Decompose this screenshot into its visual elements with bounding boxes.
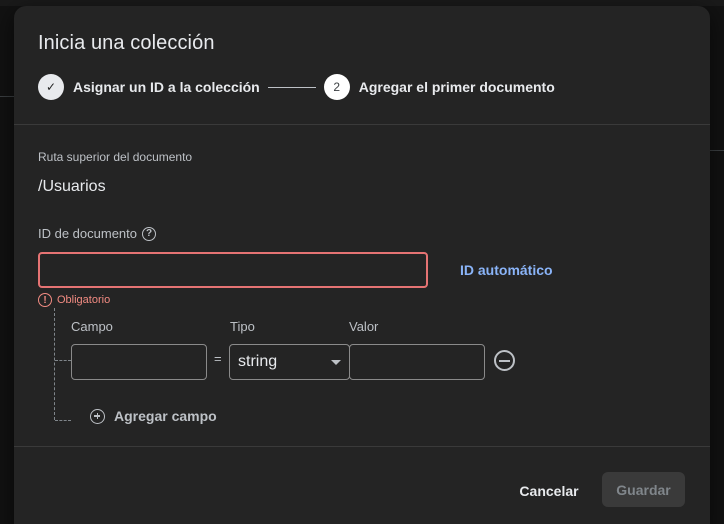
- auto-id-button[interactable]: ID automático: [460, 262, 553, 278]
- help-icon[interactable]: ?: [142, 226, 157, 241]
- document-id-label-row: ID de documento ?: [38, 226, 157, 241]
- field-column-label: Campo: [71, 319, 113, 334]
- value-column-label: Valor: [349, 319, 379, 334]
- field-value-input[interactable]: [349, 344, 485, 380]
- step-1-label: Asignar un ID a la colección: [73, 79, 260, 95]
- step-connector: [267, 86, 316, 88]
- step-2-label: Agregar el primer documento: [358, 79, 555, 95]
- error-icon: !: [38, 293, 52, 307]
- step-1-check-icon: ✓: [38, 74, 64, 100]
- type-select-value: string: [238, 353, 278, 370]
- add-circle-icon: [90, 408, 105, 424]
- chevron-down-icon: [331, 360, 341, 365]
- tree-connector-field: [55, 360, 71, 361]
- cancel-button[interactable]: Cancelar: [508, 474, 590, 508]
- parent-path-value: /Usuarios: [38, 178, 106, 195]
- background-divider: [0, 96, 14, 97]
- dialog-title: Inicia una colección: [38, 32, 215, 54]
- remove-field-icon[interactable]: [494, 350, 515, 371]
- error-text: Obligatorio: [57, 294, 111, 306]
- type-select[interactable]: string: [229, 344, 350, 380]
- type-column-label: Tipo: [230, 319, 255, 334]
- document-id-input[interactable]: [38, 252, 428, 288]
- step-2-number: 2: [323, 74, 350, 100]
- document-id-error: ! Obligatorio: [38, 293, 110, 307]
- footer-divider: [14, 446, 710, 447]
- equals-sign: =: [214, 351, 222, 366]
- tree-connector-add: [55, 420, 71, 421]
- field-name-input[interactable]: [71, 344, 207, 380]
- parent-path-label: Ruta superior del documento: [38, 150, 193, 164]
- tree-connector-vertical: [54, 308, 55, 420]
- stepper: ✓ Asignar un ID a la colección 2 Agregar…: [38, 73, 555, 101]
- save-button[interactable]: Guardar: [602, 472, 685, 507]
- document-id-label: ID de documento: [38, 226, 138, 241]
- header-divider: [14, 124, 710, 125]
- background-divider: [710, 150, 724, 151]
- add-field-label: Agregar campo: [114, 408, 217, 424]
- start-collection-dialog: Inicia una colección ✓ Asignar un ID a l…: [14, 6, 710, 524]
- add-field-button[interactable]: Agregar campo: [90, 408, 217, 424]
